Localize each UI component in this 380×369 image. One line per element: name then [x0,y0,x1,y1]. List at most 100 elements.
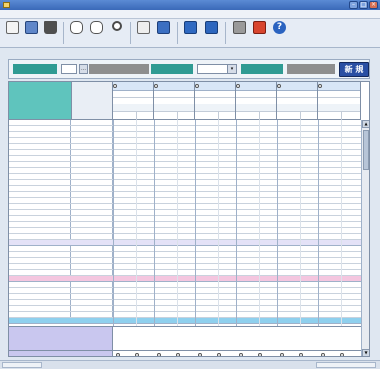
goal-cell[interactable] [71,258,113,263]
radio-icon [258,353,262,356]
plan-change-yes-radio[interactable] [116,351,121,356]
user-code-input[interactable] [61,64,77,74]
row-label [9,234,71,239]
goal-cell[interactable] [71,282,113,287]
new-doc-icon [6,21,19,34]
plan-change-no-radio[interactable] [176,351,181,356]
radio-icon [157,353,161,356]
help-button[interactable]: ? [271,21,288,45]
toolbar-button-10[interactable] [203,21,220,45]
goal-cell[interactable] [71,174,113,179]
goal-cell[interactable] [71,264,113,269]
plan-change-no-radio[interactable] [217,351,222,356]
evaluation-input-area[interactable] [113,326,361,350]
maximize-button[interactable]: □ [359,1,368,9]
goal-cell[interactable] [71,216,113,221]
save-button[interactable] [23,21,40,45]
goal-cell[interactable] [71,294,113,299]
scroll-down-arrow[interactable]: ▼ [362,349,369,356]
user-lookup-button[interactable]: … [79,64,88,74]
chevron-down-icon: ▾ [227,65,236,73]
goal-cell[interactable] [71,168,113,173]
row-label [9,222,71,227]
plan-change-yes-radio[interactable] [198,351,203,356]
evaluation-section [9,326,361,356]
plan-date-select[interactable]: ▾ [197,64,237,74]
goal-cell[interactable] [71,144,113,149]
status-cell-right [316,362,376,368]
plan-creator-display [287,64,335,74]
goal-cell[interactable] [71,246,113,251]
goal-cell[interactable] [71,198,113,203]
goal-cell[interactable] [71,222,113,227]
print-button[interactable] [231,21,248,45]
trash-icon [44,21,57,34]
vertical-scrollbar[interactable]: ▲ ▼ [361,120,369,356]
radio-icon [239,353,243,356]
service-subheader [113,111,153,120]
user-name-display [89,64,149,74]
row-label [9,156,71,161]
goal-cell[interactable] [71,180,113,185]
exit-button[interactable] [251,21,268,45]
row-label [9,138,71,143]
row-label [9,162,71,167]
goal-cell[interactable] [71,312,113,317]
goal-cell[interactable] [71,162,113,167]
plan-change-yes-radio[interactable] [239,351,244,356]
goal-cell[interactable] [71,252,113,257]
plan-change-yes-radio[interactable] [321,351,326,356]
plan-date-label [151,64,193,74]
goal-cell[interactable] [71,120,113,125]
goal-cell[interactable] [71,132,113,137]
row-label [9,144,71,149]
goal-cell[interactable] [71,138,113,143]
radio-icon [135,353,139,356]
plan-change-yes-radio[interactable] [157,351,162,356]
new-button[interactable] [4,21,21,45]
user-label [13,64,57,74]
goal-cell[interactable] [71,192,113,197]
plan-change-yes-radio[interactable] [280,351,285,356]
print-icon [233,21,246,34]
goal-cell[interactable] [71,306,113,311]
goal-cell[interactable] [71,210,113,215]
plan-change-no-radio[interactable] [299,351,304,356]
toolbar-button-5[interactable] [88,21,105,45]
row-label [9,270,71,275]
goal-cell[interactable] [71,150,113,155]
scroll-up-arrow[interactable]: ▲ [362,120,369,128]
goal-cell[interactable] [71,156,113,161]
goal-cell[interactable] [71,234,113,239]
toolbar-button-4[interactable] [68,21,85,45]
evaluation-label [9,326,113,350]
service-group-1 [113,82,154,120]
toolbar-button-7[interactable] [135,21,152,45]
plan-change-no-radio[interactable] [340,351,345,356]
row-label [9,150,71,155]
app-icon [3,2,10,8]
scroll-thumb[interactable] [363,130,369,170]
row-label [9,180,71,185]
goal-cell[interactable] [71,126,113,131]
toolbar-button-8[interactable] [155,21,172,45]
service-subheader [236,111,276,120]
goal-cell[interactable] [71,288,113,293]
row-label [9,192,71,197]
minimize-button[interactable]: – [349,1,358,9]
goal-cell[interactable] [71,186,113,191]
toolbar-button-3[interactable] [42,21,59,45]
search-button[interactable] [110,21,127,45]
toolbar-button-9[interactable] [182,21,199,45]
goal-cell[interactable] [71,270,113,275]
row-label [9,282,71,287]
plan-change-no-radio[interactable] [258,351,263,356]
goal-cell[interactable] [71,204,113,209]
row-label [9,120,71,125]
new-record-button[interactable]: 新 規 [339,62,369,77]
plan-creator-label [241,64,283,74]
goal-cell[interactable] [71,300,113,305]
goal-cell[interactable] [71,228,113,233]
plan-change-no-radio[interactable] [135,351,140,356]
close-button[interactable]: × [369,1,378,9]
